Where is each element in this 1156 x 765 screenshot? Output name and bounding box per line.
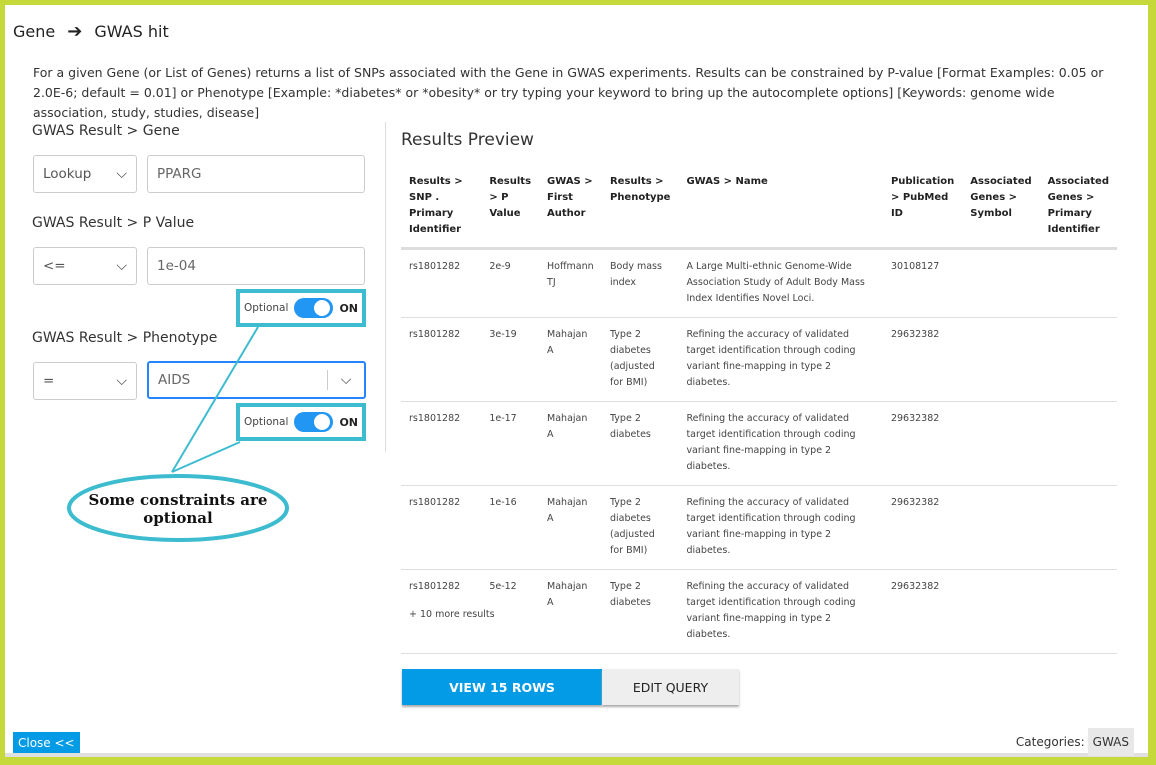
categories: Categories: GWAS [1016, 728, 1134, 756]
edit-query-button[interactable]: EDIT QUERY [602, 669, 739, 705]
table-cell: 29632382 [882, 485, 963, 570]
column-header[interactable]: Publication > PubMed ID [882, 169, 963, 250]
table-cell: A Large Multi-ethnic Genome-Wide Associa… [678, 248, 883, 318]
table-cell: Type 2 diabetes (adjusted for BMI) [601, 485, 679, 570]
table-cell: Refining the accuracy of validated targe… [678, 317, 883, 402]
column-header[interactable]: Results > P Value [481, 169, 540, 250]
table-cell: Type 2 diabetes [601, 569, 679, 654]
column-header[interactable]: GWAS > First Author [539, 169, 602, 250]
table-cell: Hoffmann TJ [539, 248, 602, 318]
pointer-line [171, 441, 241, 473]
table-cell: 2e-9 [481, 248, 540, 318]
table-cell: Body mass index [601, 248, 679, 318]
column-header[interactable]: GWAS > Name [678, 169, 883, 250]
table-cell: Type 2 diabetes [601, 401, 679, 486]
categories-label: Categories: [1015, 735, 1085, 749]
table-row: rs1801282 1e-16 Mahajan A Type 2 diabetes (… [401, 485, 1117, 570]
table-cell [1039, 485, 1117, 570]
table-cell: rs1801282 [401, 317, 482, 402]
table-row: rs1801282 3e-19 Mahajan A Type 2 diabetes (… [401, 317, 1117, 402]
table-cell [962, 317, 1040, 402]
table-cell: Type 2 diabetes (adjusted for BMI) [601, 317, 679, 402]
table-cell: 29632382 [882, 401, 963, 486]
table-cell: rs1801282 [401, 248, 482, 318]
table-cell: 30108127 [882, 248, 963, 318]
table-cell: rs1801282 [401, 401, 482, 486]
table-row: rs1801282 5e-12 Mahajan A Type 2 diabetes Re… [401, 569, 1117, 654]
table-cell: Mahajan A [539, 317, 602, 402]
column-header[interactable]: Associated Genes > Primary Identifier [1039, 169, 1117, 250]
table-cell [1039, 569, 1117, 654]
table-cell [962, 569, 1040, 654]
table-cell: Refining the accuracy of validated targe… [678, 485, 883, 570]
table-row: rs1801282 2e-9 Hoffmann TJ Body mass index A… [401, 248, 1117, 318]
table-cell: 3e-19 [481, 317, 540, 402]
table-cell: Mahajan A [539, 401, 602, 486]
table-cell: 1e-16 [481, 485, 540, 570]
pointer-line [171, 326, 259, 473]
divider [385, 122, 386, 452]
table-cell: Mahajan A [539, 485, 602, 570]
table-cell: Mahajan A [539, 569, 602, 654]
view-rows-button[interactable]: VIEW 15 ROWS [402, 669, 602, 705]
query-panel: Gene ➔ GWAS hit For a given Gene (or Lis… [5, 5, 1148, 757]
table-cell: 29632382 [882, 569, 963, 654]
callout-text: Some constraints are optional [88, 490, 268, 527]
category-tag[interactable]: GWAS [1087, 728, 1134, 756]
table-row: rs1801282 1e-17 Mahajan A Type 2 diabetes Re… [401, 401, 1117, 486]
table-cell: 29632382 [882, 317, 963, 402]
column-header[interactable]: Results > Phenotype [601, 169, 679, 250]
table-cell [962, 401, 1040, 486]
table-cell: Refining the accuracy of validated targe… [678, 569, 883, 654]
table-cell [1039, 317, 1117, 402]
table-cell [1039, 401, 1117, 486]
column-header[interactable]: Associated Genes > Symbol [962, 169, 1040, 250]
results-table: Results > SNP . Primary Identifier Result… [401, 169, 1117, 654]
table-cell: 1e-17 [481, 401, 540, 486]
table-cell: rs1801282 [401, 485, 482, 570]
table-cell [1039, 248, 1117, 318]
table-cell [962, 485, 1040, 570]
results-preview-title: Results Preview [401, 130, 534, 150]
table-header: Results > SNP . Primary Identifier Result… [401, 169, 1117, 250]
table-cell: Refining the accuracy of validated targe… [678, 401, 883, 486]
close-button[interactable]: Close << [13, 732, 80, 753]
more-results-link[interactable]: + 10 more results [409, 609, 495, 620]
table-cell [962, 248, 1040, 318]
column-header[interactable]: Results > SNP . Primary Identifier [401, 169, 482, 250]
